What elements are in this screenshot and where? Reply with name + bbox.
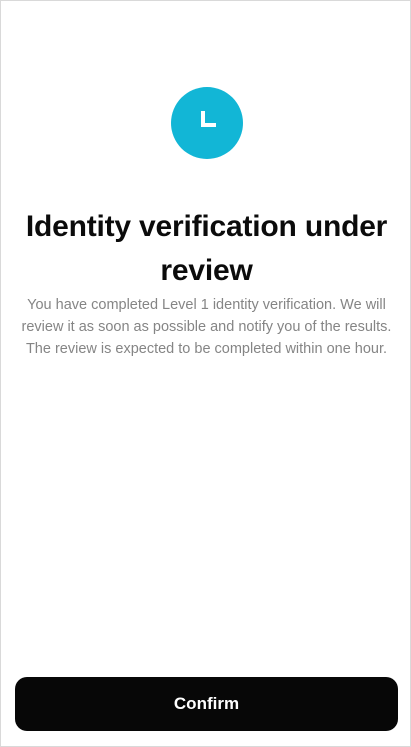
l-letter-icon: [171, 87, 243, 159]
confirm-button[interactable]: Confirm: [15, 677, 398, 731]
l-letter-icon-glyph: [201, 111, 216, 127]
page-description: You have completed Level 1 identity veri…: [21, 297, 392, 357]
page-title: Identity verification under review: [25, 210, 388, 287]
verification-screen: Identity verification under review You h…: [0, 0, 411, 747]
